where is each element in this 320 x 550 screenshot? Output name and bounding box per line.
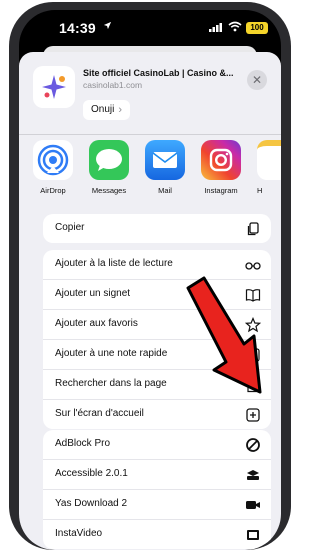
app-mail[interactable]: Mail xyxy=(137,140,193,195)
close-button[interactable]: ✕ xyxy=(247,70,267,90)
action-label: Ajouter aux favoris xyxy=(55,318,138,329)
app-label: Messages xyxy=(91,186,127,195)
wifi-icon xyxy=(228,21,242,32)
action-instavideo[interactable]: InstaVideo xyxy=(43,520,271,549)
location-icon xyxy=(103,21,112,30)
battery-indicator: 100 xyxy=(246,22,268,34)
action-label: Accessible 2.0.1 xyxy=(55,468,128,479)
app-messages[interactable]: Messages xyxy=(81,140,137,195)
status-time: 14:39 xyxy=(59,20,96,36)
options-label: Onuji xyxy=(91,104,115,115)
action-add-to-home[interactable]: Sur l'écran d'accueil xyxy=(43,400,271,429)
page-url: casinolab1.com xyxy=(83,80,143,90)
action-adblock[interactable]: AdBlock Pro xyxy=(43,430,271,460)
action-group-extensions: AdBlock Pro Accessible 2.0.1 Yas Downloa… xyxy=(43,430,271,549)
action-label: Yas Download 2 xyxy=(55,498,128,509)
adblock-icon xyxy=(246,438,260,452)
app-label: Instagram xyxy=(204,186,238,195)
app-notes[interactable]: H xyxy=(249,140,281,195)
action-label: Rechercher dans la page xyxy=(55,378,167,389)
signal-icon xyxy=(209,23,222,32)
glasses-icon xyxy=(245,262,261,270)
action-accessible[interactable]: Accessible 2.0.1 xyxy=(43,460,271,490)
app-label: AirDrop xyxy=(40,186,66,195)
app-airdrop[interactable]: AirDrop xyxy=(25,140,81,195)
action-label: Ajouter à une note rapide xyxy=(55,348,168,359)
action-yas-download[interactable]: Yas Download 2 xyxy=(43,490,271,520)
copy-icon xyxy=(247,222,259,236)
dynamic-island xyxy=(117,16,183,36)
app-row: AirDrop Messages Mail Instagram H xyxy=(19,140,281,210)
messages-icon xyxy=(89,140,129,180)
action-label: Sur l'écran d'accueil xyxy=(55,408,144,419)
app-label: H xyxy=(257,186,263,195)
chevron-right-icon: › xyxy=(118,104,123,116)
stack-icon xyxy=(247,470,259,480)
casinolab-logo-icon xyxy=(42,75,66,99)
mail-icon xyxy=(145,140,185,180)
instagram-icon xyxy=(201,140,241,180)
app-label: Mail xyxy=(158,186,172,195)
close-icon: ✕ xyxy=(251,73,263,87)
header-divider xyxy=(19,134,281,135)
add-square-icon xyxy=(246,408,260,422)
action-label: AdBlock Pro xyxy=(55,438,111,449)
red-arrow-annotation xyxy=(186,276,262,394)
share-header: Site officiel CasinoLab | Casino &... ca… xyxy=(19,52,281,130)
site-favicon xyxy=(33,66,75,108)
notes-icon xyxy=(257,140,281,180)
options-button[interactable]: Onuji › xyxy=(83,100,131,120)
action-copy[interactable]: Copier xyxy=(43,214,271,243)
action-label: Copier xyxy=(55,222,85,233)
airdrop-icon xyxy=(33,140,73,180)
action-group-copy: Copier xyxy=(43,214,271,243)
action-label: InstaVideo xyxy=(55,528,103,539)
app-instagram[interactable]: Instagram xyxy=(193,140,249,195)
action-label: Ajouter à la liste de lecture xyxy=(55,258,173,269)
status-bar: 14:39 100 xyxy=(19,10,281,44)
action-label: Ajouter un signet xyxy=(55,288,131,299)
video-icon xyxy=(246,501,260,509)
page-title: Site officiel CasinoLab | Casino &... xyxy=(83,68,234,78)
film-icon xyxy=(247,530,259,540)
